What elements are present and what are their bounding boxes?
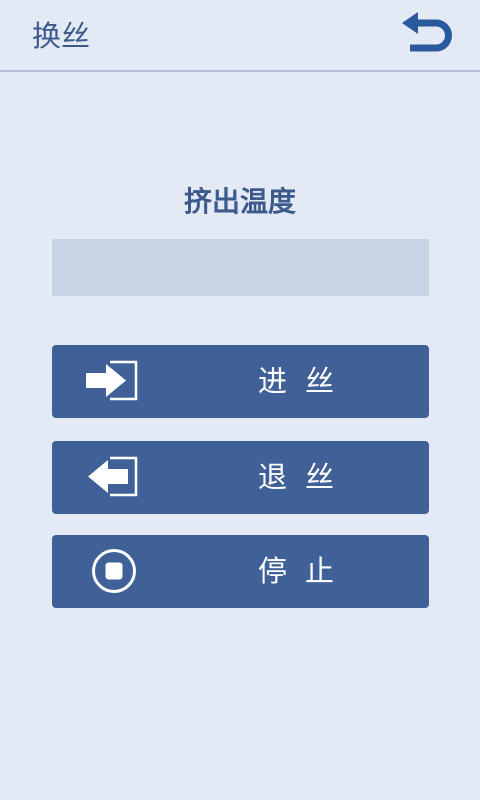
back-button[interactable] bbox=[398, 10, 458, 62]
stop-icon bbox=[84, 547, 140, 595]
retract-filament-button[interactable]: 退丝 bbox=[52, 441, 429, 514]
feed-filament-button[interactable]: 进丝 bbox=[52, 345, 429, 418]
extrusion-temperature-display bbox=[52, 239, 429, 296]
stop-button[interactable]: 停止 bbox=[52, 535, 429, 608]
header-bar: 换丝 bbox=[0, 0, 480, 72]
retract-out-icon bbox=[84, 453, 140, 501]
retract-filament-label: 退丝 bbox=[258, 460, 353, 494]
feed-in-icon bbox=[84, 357, 140, 405]
stop-label: 停止 bbox=[258, 554, 353, 588]
undo-arrow-icon bbox=[402, 12, 452, 52]
extrusion-temperature-label: 挤出温度 bbox=[183, 185, 296, 218]
feed-filament-label: 进丝 bbox=[258, 364, 353, 398]
page-title: 换丝 bbox=[32, 19, 91, 53]
